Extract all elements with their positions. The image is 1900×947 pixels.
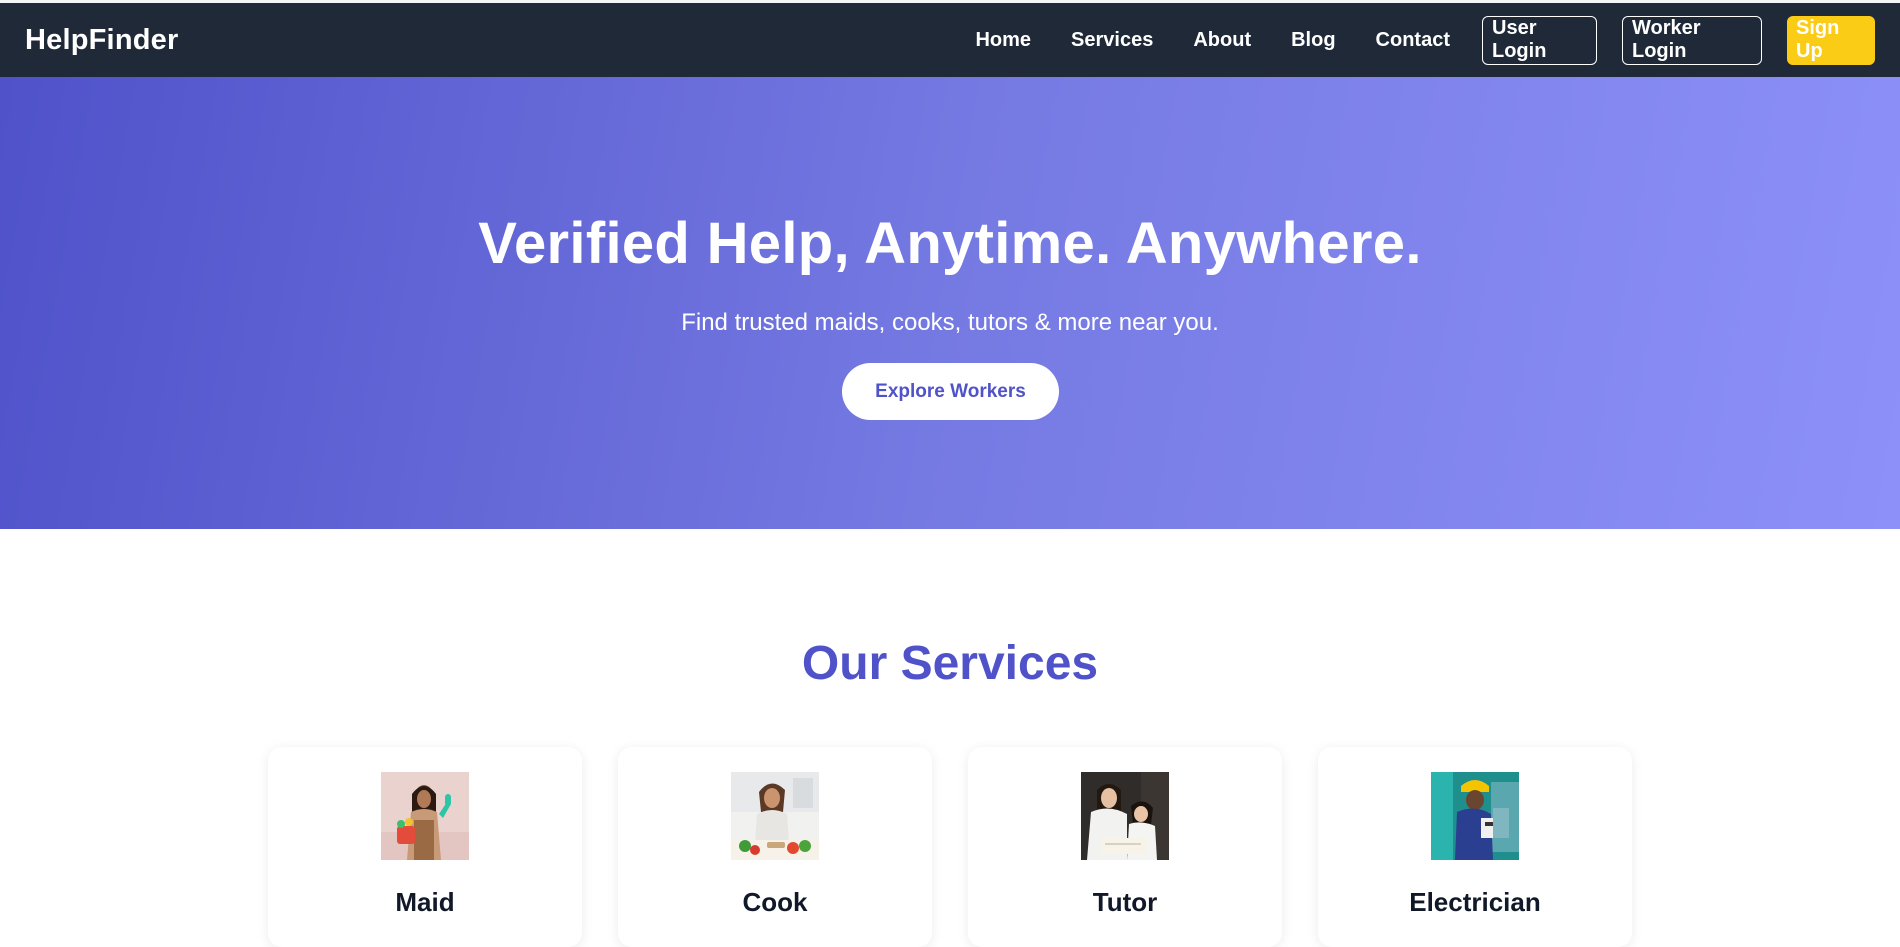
hero-section: Verified Help, Anytime. Anywhere. Find t…	[0, 77, 1900, 529]
hero-title: Verified Help, Anytime. Anywhere.	[478, 211, 1422, 276]
tutor-photo	[1081, 772, 1169, 860]
services-title: Our Services	[801, 637, 1099, 690]
service-name-cook: Cook	[742, 887, 808, 917]
services-list: Maid Cook Tutor Electrician	[268, 747, 1632, 947]
explore-workers-button[interactable]: Explore Workers	[842, 363, 1059, 420]
navbar: HelpFinder Home Services About Blog Cont…	[0, 3, 1900, 77]
user-login-button[interactable]: User Login	[1482, 15, 1597, 65]
sign-up-button[interactable]: Sign Up	[1787, 15, 1875, 65]
service-card-cook[interactable]: Cook	[618, 747, 932, 947]
hero-subtitle: Find trusted maids, cooks, tutors & more…	[681, 309, 1219, 336]
nav-link-blog[interactable]: Blog	[1291, 29, 1335, 52]
brand-logo[interactable]: HelpFinder	[25, 24, 178, 57]
electrician-photo	[1431, 772, 1519, 860]
cook-photo	[731, 772, 819, 860]
service-name-maid: Maid	[395, 887, 455, 917]
service-card-tutor[interactable]: Tutor	[968, 747, 1282, 947]
nav-link-home[interactable]: Home	[975, 29, 1031, 52]
nav-links: Home Services About Blog Contact User Lo…	[975, 15, 1875, 65]
service-name-tutor: Tutor	[1092, 887, 1158, 917]
nav-link-contact[interactable]: Contact	[1376, 29, 1450, 52]
service-card-electrician[interactable]: Electrician	[1318, 747, 1632, 947]
maid-photo	[381, 772, 469, 860]
worker-login-button[interactable]: Worker Login	[1622, 15, 1762, 65]
service-name-electrician: Electrician	[1409, 887, 1541, 917]
nav-link-services[interactable]: Services	[1071, 29, 1153, 52]
service-card-maid[interactable]: Maid	[268, 747, 582, 947]
nav-link-about[interactable]: About	[1193, 29, 1251, 52]
